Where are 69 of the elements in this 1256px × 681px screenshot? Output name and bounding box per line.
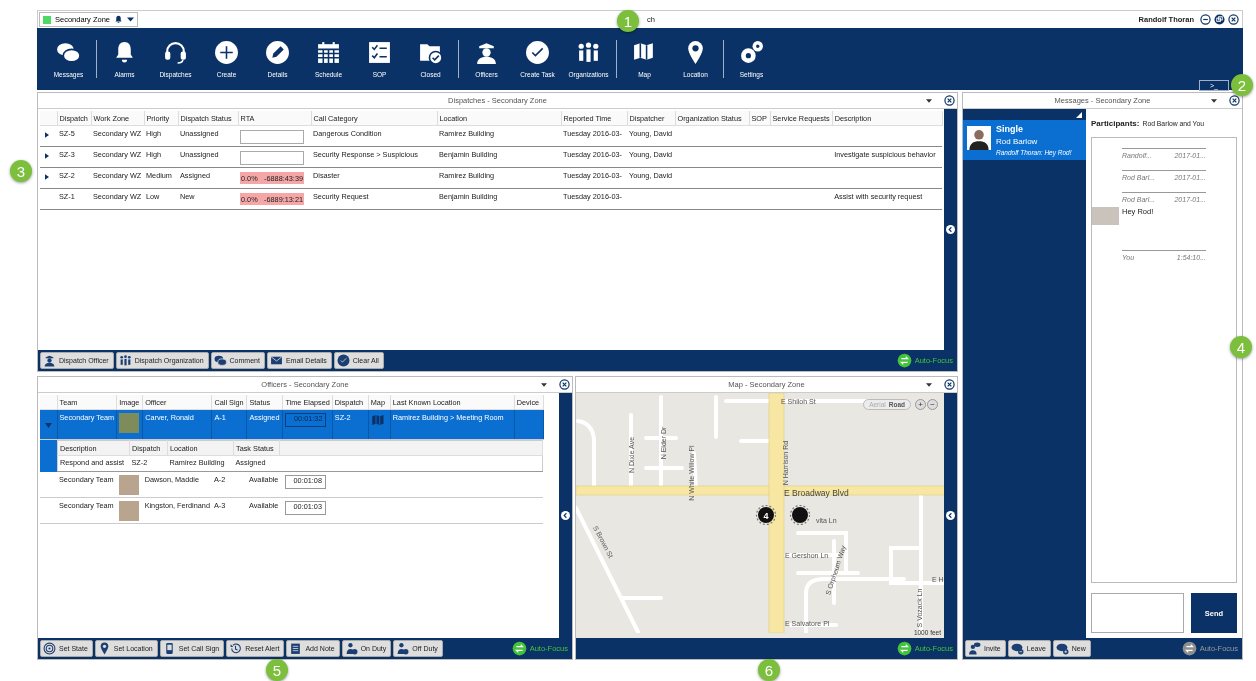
swap-arrows-icon [1181, 641, 1197, 656]
officer-icon [43, 354, 56, 367]
close-icon[interactable] [1229, 95, 1240, 106]
expand-arrow-icon[interactable] [45, 132, 49, 138]
map-marker[interactable]: 4 [755, 504, 777, 526]
person-badge-icon [396, 642, 410, 655]
expand-arrow-icon[interactable] [45, 174, 49, 180]
calendar-icon [316, 40, 341, 65]
person-badge-icon [344, 642, 358, 655]
headset-icon [163, 40, 188, 65]
person-chat-icon [968, 642, 981, 655]
callout-badge: 2 [1231, 74, 1253, 96]
swap-arrows-icon [511, 641, 527, 656]
collapse-icon[interactable] [561, 511, 570, 520]
callout-badge: 4 [1230, 336, 1252, 358]
chat-bubbles-icon [213, 354, 227, 367]
plus-circle-icon [214, 40, 239, 65]
participants-label: Participants: [1091, 119, 1140, 128]
signal-icon [43, 642, 56, 655]
people-icon [576, 40, 601, 65]
zoom-button[interactable]: − [927, 399, 938, 410]
restore-icon[interactable] [1214, 14, 1225, 25]
history-icon [229, 642, 243, 655]
close-icon[interactable] [1228, 14, 1239, 25]
check-circle-icon [525, 40, 550, 65]
callout-badge: 3 [10, 160, 32, 182]
check-circle-icon [336, 354, 350, 367]
notepad-icon [289, 642, 303, 655]
chat-minus-icon [1010, 642, 1024, 655]
zone-status-icon [43, 15, 51, 24]
collapse-icon[interactable] [946, 225, 955, 234]
chat-plus-icon [1055, 642, 1069, 655]
zoom-button[interactable]: + [915, 399, 926, 410]
callout-badge: 6 [758, 659, 780, 681]
swap-arrows-icon [896, 641, 912, 656]
checklist-icon [367, 40, 392, 65]
pencil-icon [265, 40, 290, 65]
gears-icon [739, 40, 764, 65]
close-icon[interactable] [559, 379, 570, 390]
photo-placeholder [1092, 207, 1119, 225]
folded-map-icon[interactable] [370, 413, 386, 428]
photo-placeholder [119, 413, 140, 433]
photo-placeholder [118, 501, 139, 521]
corner-icon [1076, 111, 1082, 118]
swap-arrows-icon [896, 353, 912, 368]
avatar-silhouette [967, 124, 991, 152]
dropdown-icon[interactable] [926, 98, 932, 103]
people-icon [118, 354, 132, 367]
close-icon[interactable] [944, 95, 955, 106]
expand-arrow-icon[interactable] [45, 153, 49, 159]
collapse-icon[interactable] [946, 511, 955, 520]
caret-icon [127, 17, 135, 22]
callout-badge: 5 [266, 659, 288, 681]
rta-indicator [240, 151, 304, 165]
conversation-type: Single [996, 124, 1024, 134]
minimize-icon[interactable] [1200, 14, 1211, 25]
dropdown-icon[interactable] [1211, 98, 1217, 103]
map-marker[interactable] [789, 504, 811, 526]
officer-icon [474, 40, 499, 65]
dropdown-icon[interactable] [541, 382, 547, 387]
conversation-name: Rod Barlow [996, 137, 1039, 146]
rta-indicator [240, 130, 304, 144]
bell-icon [114, 15, 124, 24]
dropdown-icon[interactable] [926, 382, 932, 387]
photo-placeholder [118, 475, 139, 495]
message-input[interactable] [1091, 593, 1184, 633]
close-icon[interactable] [944, 379, 955, 390]
street-label: E Broadway Blvd [784, 488, 849, 498]
envelope-icon [269, 354, 283, 367]
